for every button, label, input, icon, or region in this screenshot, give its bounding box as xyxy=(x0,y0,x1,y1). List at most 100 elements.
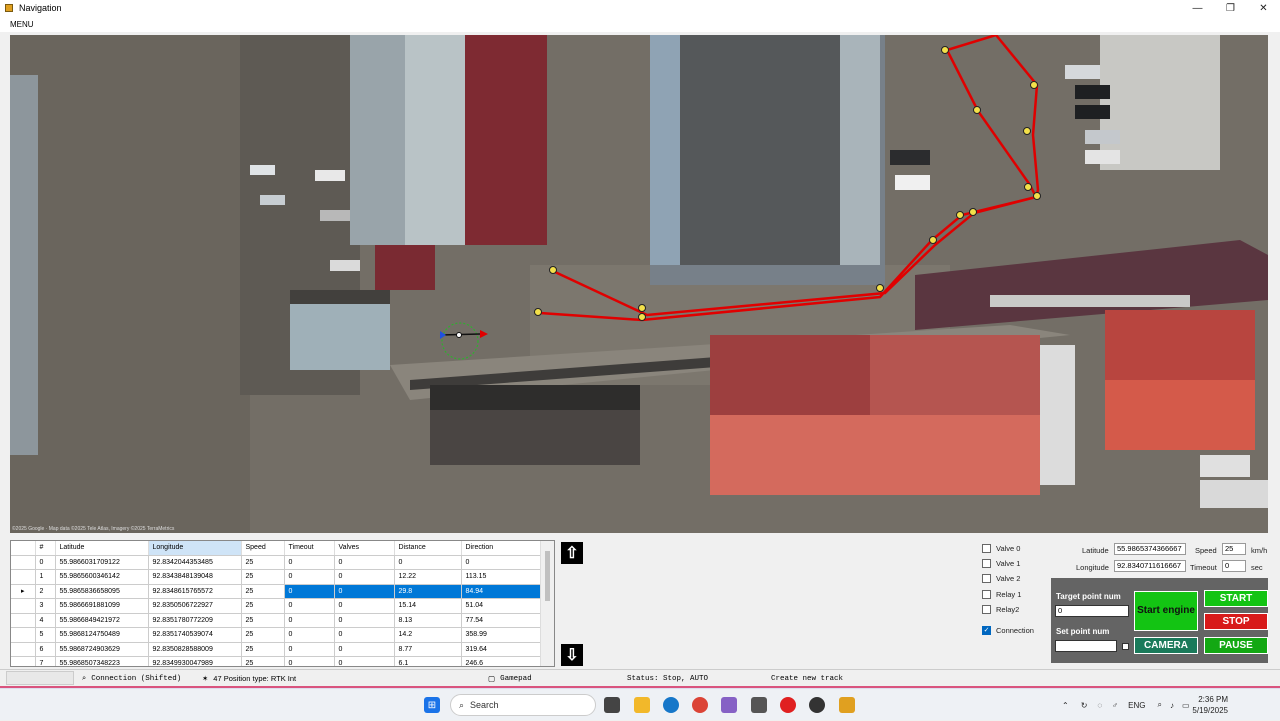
table-scrollbar[interactable] xyxy=(540,541,554,666)
table-cell[interactable]: 25 xyxy=(241,555,285,570)
table-cell[interactable]: 0 xyxy=(461,555,542,570)
latitude-field[interactable]: 55.9865374366667 xyxy=(1114,543,1186,555)
move-down-button[interactable]: ⇩ xyxy=(561,644,583,666)
table-cell[interactable]: 92.8350506722927 xyxy=(148,598,242,614)
checkbox-valve-0[interactable]: Valve 0 xyxy=(982,544,1020,553)
camera-button[interactable]: CAMERA xyxy=(1134,637,1198,654)
table-row[interactable]: ▸ 2 55.9865836658095 92.8348615765572 25 0 0 29… xyxy=(11,584,542,599)
checkbox-box[interactable] xyxy=(982,559,991,568)
table-cell[interactable]: 6 xyxy=(35,642,56,657)
file-explorer-icon[interactable] xyxy=(634,697,650,713)
longitude-field[interactable]: 92.8340711616667 xyxy=(1114,560,1186,572)
table-cell[interactable]: 92.8349930047989 xyxy=(148,656,242,666)
table-cell[interactable]: 0 xyxy=(334,569,395,585)
wifi-tray-icon[interactable]: ⌕ xyxy=(1158,700,1162,710)
table-cell[interactable]: 7 xyxy=(35,656,56,666)
table-cell[interactable]: 14.2 xyxy=(394,627,462,643)
visual-studio-icon[interactable] xyxy=(721,697,737,713)
table-cell[interactable]: 25 xyxy=(241,613,285,628)
map-canvas[interactable] xyxy=(10,35,1268,533)
target-point-field[interactable]: 0 xyxy=(1055,605,1129,617)
table-cell[interactable]: 0 xyxy=(334,613,395,628)
table-cell[interactable]: 319.64 xyxy=(461,642,542,657)
table-cell[interactable]: 0 xyxy=(334,598,395,614)
column-header[interactable]: Distance xyxy=(394,541,462,556)
table-cell[interactable]: 1 xyxy=(35,569,56,585)
table-cell[interactable]: 0 xyxy=(284,656,335,666)
table-cell[interactable]: 55.9868507348223 xyxy=(55,656,149,666)
table-cell[interactable]: 0 xyxy=(284,555,335,570)
column-header[interactable]: Timeout xyxy=(284,541,335,556)
table-row[interactable]: 5 55.9868124750489 92.8351740539074 25 0 0 14.… xyxy=(11,627,542,643)
timeout-field[interactable]: 0 xyxy=(1222,560,1246,572)
close-icon[interactable]: ✕ xyxy=(1247,0,1280,16)
row-header[interactable] xyxy=(11,598,36,614)
table-cell[interactable]: 8.77 xyxy=(394,642,462,657)
checkbox-relay2[interactable]: Relay2 xyxy=(982,605,1019,614)
navigation-app-icon[interactable] xyxy=(839,697,855,713)
table-cell[interactable]: 5 xyxy=(35,627,56,643)
table-cell[interactable]: 92.8351780772209 xyxy=(148,613,242,628)
table-cell[interactable]: 29.8 xyxy=(394,584,462,599)
table-cell[interactable]: 246.6 xyxy=(461,656,542,666)
checkbox-box[interactable] xyxy=(982,544,991,553)
table-row[interactable]: 1 55.9865600346142 92.8343848139048 25 0 0 12.… xyxy=(11,569,542,585)
set-point-confirm[interactable] xyxy=(1122,643,1129,650)
microphone-icon[interactable]: ♂ xyxy=(1112,701,1118,710)
windows-start-icon[interactable]: ⊞ xyxy=(424,697,440,713)
table-cell[interactable]: 0 xyxy=(284,613,335,628)
table-cell[interactable]: 4 xyxy=(35,613,56,628)
waypoint-table[interactable]: # Latitude Longitude Speed Timeout Valve… xyxy=(10,540,555,667)
start-engine-button[interactable]: Start engine xyxy=(1134,591,1198,631)
checkbox-connection[interactable]: ✓ Connection xyxy=(982,626,1034,635)
battery-icon[interactable]: ▭ xyxy=(1182,701,1190,710)
table-cell[interactable]: 25 xyxy=(241,627,285,643)
table-cell[interactable]: 55.9865836658095 xyxy=(55,584,149,599)
table-cell[interactable]: 92.8348615765572 xyxy=(148,584,242,599)
restore-icon[interactable]: ❐ xyxy=(1214,0,1247,16)
table-cell[interactable]: 25 xyxy=(241,569,285,585)
start-button[interactable]: START xyxy=(1204,590,1268,607)
column-header[interactable]: Speed xyxy=(241,541,285,556)
table-cell[interactable]: 92.8350828588009 xyxy=(148,642,242,657)
table-row[interactable]: 0 55.9866031709122 92.8342044353485 25 0 0 0 0 xyxy=(11,555,542,570)
table-cell[interactable]: 0 xyxy=(334,642,395,657)
table-cell[interactable]: 55.9866031709122 xyxy=(55,555,149,570)
table-cell[interactable]: 0 xyxy=(334,627,395,643)
table-cell[interactable]: 8.13 xyxy=(394,613,462,628)
table-cell[interactable]: 3 xyxy=(35,598,56,614)
network-icon[interactable]: ◌ xyxy=(1097,701,1102,710)
set-point-field[interactable] xyxy=(1055,640,1117,652)
checkbox-valve-1[interactable]: Valve 1 xyxy=(982,559,1020,568)
table-cell[interactable]: 25 xyxy=(241,642,285,657)
table-row[interactable]: 7 55.9868507348223 92.8349930047989 25 0 0 6.1… xyxy=(11,656,542,666)
checkbox-valve-2[interactable]: Valve 2 xyxy=(982,574,1020,583)
table-cell[interactable]: 84.94 xyxy=(461,584,542,599)
checkbox-box[interactable] xyxy=(982,574,991,583)
column-header[interactable]: Latitude xyxy=(55,541,149,556)
speed-field[interactable]: 25 xyxy=(1222,543,1246,555)
table-cell[interactable]: 55.9865600346142 xyxy=(55,569,149,585)
menu-item-menu[interactable]: MENU xyxy=(10,20,34,29)
minimize-icon[interactable]: — xyxy=(1181,0,1214,16)
table-cell[interactable]: 25 xyxy=(241,656,285,666)
row-header[interactable] xyxy=(11,642,36,657)
row-header[interactable] xyxy=(11,555,36,570)
row-header[interactable]: ▸ xyxy=(11,584,36,599)
table-cell[interactable]: 0 xyxy=(284,627,335,643)
checkbox-box[interactable] xyxy=(982,590,991,599)
table-cell[interactable]: 358.99 xyxy=(461,627,542,643)
table-cell[interactable]: 51.04 xyxy=(461,598,542,614)
table-cell[interactable]: 25 xyxy=(241,598,285,614)
table-cell[interactable]: 0 xyxy=(284,642,335,657)
table-cell[interactable]: 0 xyxy=(334,555,395,570)
table-cell[interactable]: 0 xyxy=(284,598,335,614)
row-header[interactable] xyxy=(11,627,36,643)
checkbox-box[interactable]: ✓ xyxy=(982,626,991,635)
chevron-up-icon[interactable]: ⌃ xyxy=(1062,701,1069,710)
table-cell[interactable]: 0 xyxy=(284,569,335,585)
table-cell[interactable]: 55.9868124750489 xyxy=(55,627,149,643)
move-up-button[interactable]: ⇧ xyxy=(561,542,583,564)
table-cell[interactable]: 0 xyxy=(284,584,335,599)
row-header[interactable] xyxy=(11,613,36,628)
